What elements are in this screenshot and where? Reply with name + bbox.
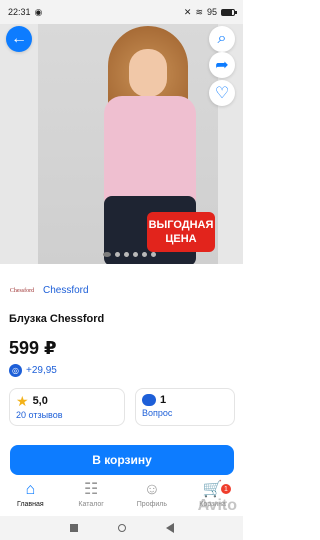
product-image-carousel[interactable]: ВЫГОДНАЯ ЦЕНА [0, 24, 243, 264]
share-button[interactable]: ➦ [209, 52, 235, 78]
seller-name[interactable]: Chessford [43, 285, 89, 296]
questions-count: 1 [160, 394, 167, 406]
chat-bubble-icon [142, 394, 156, 406]
reviews-link[interactable]: 20 отзывов [16, 410, 118, 420]
star-icon: ★ [16, 393, 29, 409]
rating-value: 5,0 [32, 395, 48, 407]
nav-label-profile: Профиль [136, 501, 167, 508]
carousel-dot-active [103, 252, 111, 257]
recent-apps-icon[interactable] [69, 524, 78, 532]
questions-card[interactable]: 1 Вопрос [135, 388, 235, 426]
battery-text: 95 [206, 7, 217, 17]
status-bar: 22:31 ◉ ✕ ≋ 95 [0, 0, 243, 24]
profile-icon: ☺ [143, 481, 161, 498]
favorite-button[interactable]: ♡ [209, 80, 235, 106]
carousel-dot [133, 252, 138, 257]
product-title: Блузка Chessford [9, 313, 105, 325]
system-nav-bar [0, 516, 243, 540]
time-text: 22:31 [8, 7, 31, 17]
bonus-text: +29,95 [26, 365, 57, 376]
carousel-dot [115, 252, 120, 257]
photo-face [129, 49, 167, 97]
rating-card[interactable]: ★ 5,0 20 отзывов [9, 388, 125, 426]
carousel-dot [151, 252, 156, 257]
carousel-dot [124, 252, 129, 257]
wifi-icon: ≋ [195, 6, 203, 17]
home-icon: ⌂ [25, 481, 36, 498]
avito-watermark: Avito [197, 497, 237, 514]
questions-link[interactable]: Вопрос [142, 408, 228, 418]
promo-line-2: ЦЕНА [165, 233, 197, 245]
mute-icon: ✕ [183, 6, 192, 17]
add-to-cart-button[interactable]: В корзину [10, 445, 234, 475]
back-arrow-icon: ← [11, 30, 27, 47]
nav-item-profile[interactable]: ☺ Профиль [128, 481, 176, 509]
search-icon: ⌕ [217, 30, 227, 47]
back-system-icon[interactable] [165, 523, 174, 533]
back-button[interactable]: ← [6, 26, 32, 52]
seller-logo: Chessford [9, 287, 35, 294]
seller-row[interactable]: Chessford Chessford [9, 285, 89, 296]
bonus-icon: ◎ [9, 364, 22, 377]
carousel-dots [103, 252, 156, 257]
share-icon: ➦ [215, 57, 229, 74]
cart-badge: 1 [221, 484, 231, 494]
notification-icon: ◉ [34, 6, 43, 17]
battery-icon [221, 8, 237, 16]
heart-icon: ♡ [214, 85, 230, 102]
product-price: 599 ₽ [9, 338, 57, 358]
bonus-row: ◎ +29,95 [9, 364, 57, 377]
search-button[interactable]: ⌕ [209, 26, 235, 52]
carousel-dot [142, 252, 147, 257]
promo-line-1: ВЫГОДНАЯ [148, 219, 214, 231]
home-system-icon[interactable] [117, 524, 126, 532]
nav-label-catalog: Каталог [78, 501, 104, 508]
photo-shirt [104, 96, 196, 206]
nav-item-catalog[interactable]: ☷ Каталог [67, 481, 115, 509]
catalog-search-icon: ☷ [83, 481, 99, 498]
nav-label-home: Главная [17, 501, 44, 508]
nav-item-home[interactable]: ⌂ Главная [6, 481, 54, 509]
promo-badge: ВЫГОДНАЯ ЦЕНА [147, 212, 215, 252]
